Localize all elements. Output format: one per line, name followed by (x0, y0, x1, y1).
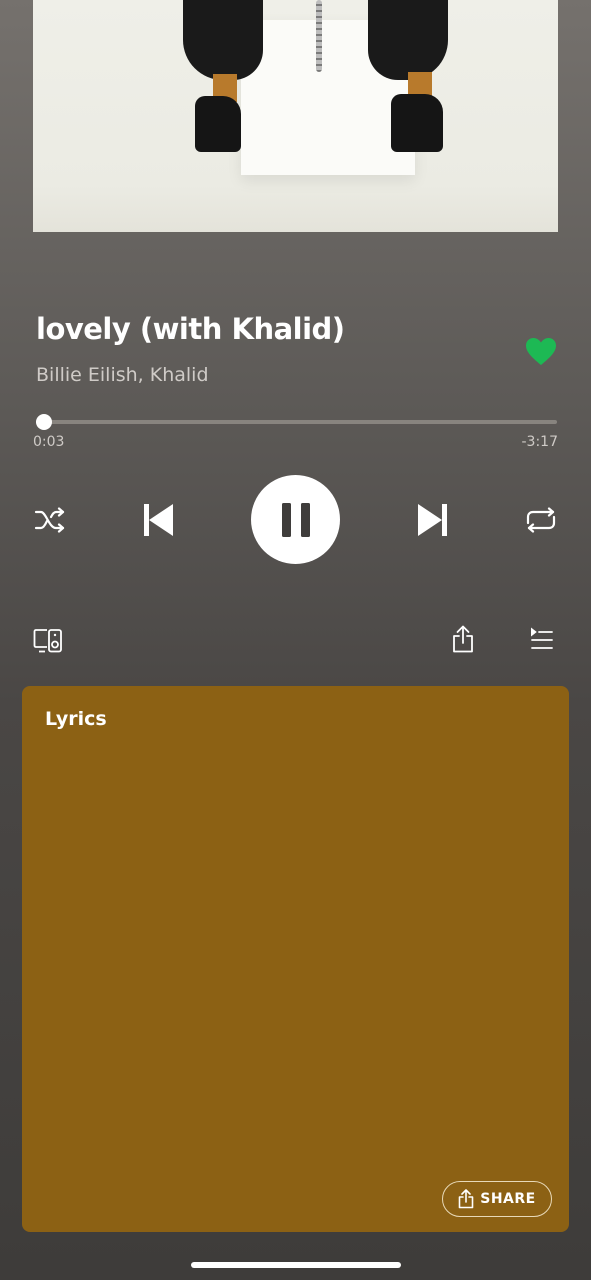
album-art-leg-left (183, 0, 263, 80)
album-art-chain (316, 0, 322, 72)
share-track-button[interactable] (446, 620, 480, 658)
remaining-time: -3:17 (521, 434, 559, 450)
album-art-leg-right (368, 0, 448, 80)
pause-button[interactable] (251, 475, 340, 564)
album-art-shoe-right (391, 94, 443, 152)
album-art-shoe-left (195, 96, 241, 152)
queue-icon (531, 627, 553, 649)
track-title[interactable]: lovely (with Khalid) (36, 312, 345, 346)
skip-next-icon (418, 504, 447, 536)
devices-icon (33, 629, 62, 653)
shuffle-icon (34, 507, 65, 533)
skip-previous-icon (144, 504, 173, 536)
pause-icon (281, 502, 310, 537)
album-art (33, 0, 558, 232)
elapsed-time: 0:03 (33, 434, 65, 450)
repeat-button[interactable] (519, 500, 563, 540)
previous-button[interactable] (133, 495, 183, 545)
share-icon (458, 1189, 474, 1209)
repeat-icon (526, 507, 556, 533)
share-icon (453, 625, 473, 653)
lyrics-share-label: SHARE (480, 1191, 536, 1207)
track-artist[interactable]: Billie Eilish, Khalid (36, 364, 209, 386)
shuffle-button[interactable] (28, 500, 72, 540)
progress-bar[interactable] (35, 414, 557, 430)
home-indicator[interactable] (191, 1262, 401, 1268)
devices-button[interactable] (28, 624, 68, 658)
lyrics-card[interactable]: Lyrics SHARE (22, 686, 569, 1232)
lyrics-heading: Lyrics (45, 708, 107, 730)
progress-handle[interactable] (35, 414, 52, 430)
queue-button[interactable] (524, 622, 560, 656)
next-button[interactable] (408, 495, 458, 545)
heart-icon (526, 338, 556, 365)
like-button[interactable] (524, 335, 558, 369)
lyrics-share-button[interactable]: SHARE (442, 1181, 552, 1217)
